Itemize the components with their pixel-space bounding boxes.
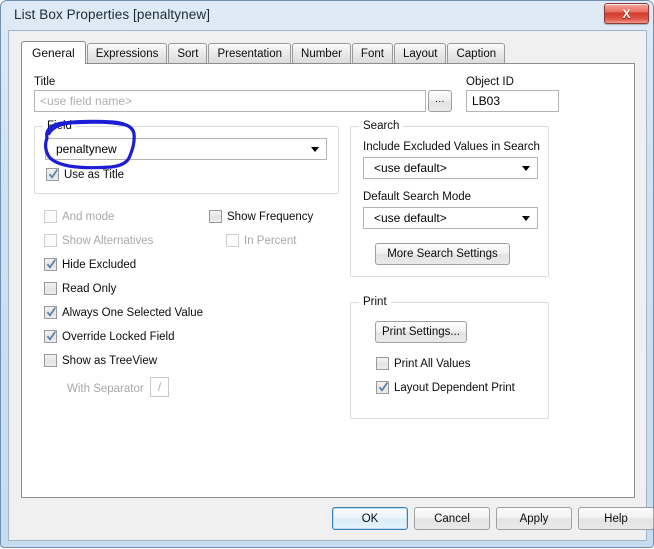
checkbox-label: And mode — [62, 210, 115, 223]
checkbox-box — [209, 210, 222, 223]
checkbox-override-locked-field[interactable]: Override Locked Field — [44, 330, 175, 343]
close-button[interactable]: X — [604, 3, 649, 24]
tab-label: Caption — [456, 47, 497, 60]
print-group-label: Print — [359, 296, 391, 308]
checkbox-box — [376, 381, 389, 394]
checkbox-box — [44, 330, 57, 343]
chevron-down-icon — [522, 216, 530, 221]
checkbox-box — [226, 234, 239, 247]
checkbox-label: Use as Title — [64, 168, 125, 181]
title-bar[interactable]: List Box Properties [penaltynew] X — [1, 1, 654, 30]
checkbox-show-as-treeview[interactable]: Show as TreeView — [44, 354, 157, 367]
checkbox-box — [44, 282, 57, 295]
checkbox-label: Always One Selected Value — [62, 306, 204, 319]
checkbox-label: Show Frequency — [227, 210, 314, 223]
checkbox-box — [376, 357, 389, 370]
tab-label: Layout — [402, 47, 438, 60]
object-id-input[interactable]: LB03 — [466, 90, 559, 112]
field-group-label: Field — [43, 120, 76, 132]
title-input[interactable]: <use field name> — [34, 90, 426, 112]
tab-layout[interactable]: Layout — [393, 43, 447, 63]
tab-caption[interactable]: Caption — [447, 43, 506, 63]
tab-presentation[interactable]: Presentation — [208, 43, 292, 63]
window-title: List Box Properties [penaltynew] — [14, 7, 211, 22]
help-button[interactable]: Help — [578, 507, 654, 530]
checkbox-label: Layout Dependent Print — [394, 381, 515, 394]
checkbox-label: Show as TreeView — [62, 354, 158, 367]
default-search-mode-value: <use default> — [374, 211, 447, 225]
check-icon — [46, 259, 57, 269]
include-excluded-label: Include Excluded Values in Search — [363, 141, 540, 153]
checkbox-box — [44, 234, 57, 247]
checkbox-show-alternatives[interactable]: Show Alternatives — [44, 234, 153, 247]
title-field-label: Title — [34, 76, 56, 88]
checkbox-label: In Percent — [244, 234, 297, 247]
checkbox-box — [44, 258, 57, 271]
check-icon — [46, 307, 57, 317]
tab-number[interactable]: Number — [292, 43, 351, 63]
checkbox-label: Hide Excluded — [62, 258, 137, 271]
tab-font[interactable]: Font — [351, 43, 393, 63]
checkbox-use-as-title[interactable]: Use as Title — [46, 168, 124, 181]
checkbox-in-percent[interactable]: In Percent — [226, 234, 296, 247]
object-id-label: Object ID — [466, 76, 514, 88]
tab-label: Presentation — [217, 47, 283, 60]
dialog-window: List Box Properties [penaltynew] X Gener… — [0, 0, 654, 548]
tab-page-general: Title <use field name> ... Object ID LB0… — [21, 63, 635, 498]
tab-label: Font — [360, 47, 384, 60]
checkbox-label: Read Only — [62, 282, 117, 295]
checkbox-label: Override Locked Field — [62, 330, 175, 343]
close-icon: X — [622, 6, 631, 21]
tab-general[interactable]: General — [21, 41, 86, 64]
chevron-down-icon — [311, 147, 319, 152]
include-excluded-value: <use default> — [374, 161, 447, 175]
check-icon — [46, 331, 57, 341]
search-group-label: Search — [359, 120, 404, 132]
title-browse-button[interactable]: ... — [428, 90, 452, 112]
default-search-mode-select[interactable]: <use default> — [363, 207, 538, 229]
checkbox-label: Print All Values — [394, 357, 471, 370]
include-excluded-select[interactable]: <use default> — [363, 157, 538, 179]
tab-strip: General Expressions Sort Presentation Nu… — [21, 41, 506, 64]
ok-button[interactable]: OK — [332, 507, 408, 530]
checkbox-box — [46, 168, 59, 181]
checkbox-box — [44, 210, 57, 223]
tab-label: Sort — [177, 47, 199, 60]
dialog-button-bar: OK Cancel Apply Help — [21, 503, 654, 535]
checkbox-hide-excluded[interactable]: Hide Excluded — [44, 258, 136, 271]
checkbox-layout-dependent-print[interactable]: Layout Dependent Print — [376, 381, 515, 394]
tab-expressions[interactable]: Expressions — [86, 43, 168, 63]
with-separator-label: With Separator — [67, 383, 144, 395]
chevron-down-icon — [522, 166, 530, 171]
tab-label: General — [32, 46, 75, 60]
tab-sort[interactable]: Sort — [168, 43, 208, 63]
tab-label: Number — [301, 47, 342, 60]
print-group: Print Print Settings... Print All Values… — [350, 296, 549, 419]
checkbox-box — [44, 306, 57, 319]
default-search-mode-label: Default Search Mode — [363, 191, 472, 203]
tab-label: Expressions — [95, 47, 159, 60]
apply-button[interactable]: Apply — [496, 507, 572, 530]
checkbox-print-all-values[interactable]: Print All Values — [376, 357, 471, 370]
field-select-value: penaltynew — [56, 142, 117, 156]
checkbox-read-only[interactable]: Read Only — [44, 282, 116, 295]
check-icon — [378, 382, 389, 392]
with-separator-input[interactable]: / — [150, 377, 169, 397]
checkbox-label: Show Alternatives — [62, 234, 154, 247]
checkbox-box — [44, 354, 57, 367]
search-group: Search Include Excluded Values in Search… — [350, 120, 549, 277]
print-settings-button[interactable]: Print Settings... — [375, 321, 467, 343]
field-group: Field penaltynew Use as Title — [34, 120, 339, 194]
cancel-button[interactable]: Cancel — [414, 507, 490, 530]
checkbox-always-one-selected-value[interactable]: Always One Selected Value — [44, 306, 203, 319]
checkbox-and-mode[interactable]: And mode — [44, 210, 114, 223]
more-search-settings-button[interactable]: More Search Settings — [375, 243, 510, 265]
dialog-body: General Expressions Sort Presentation Nu… — [8, 30, 654, 541]
checkbox-show-frequency[interactable]: Show Frequency — [209, 210, 313, 223]
field-select[interactable]: penaltynew — [45, 138, 327, 160]
check-icon — [48, 169, 59, 179]
